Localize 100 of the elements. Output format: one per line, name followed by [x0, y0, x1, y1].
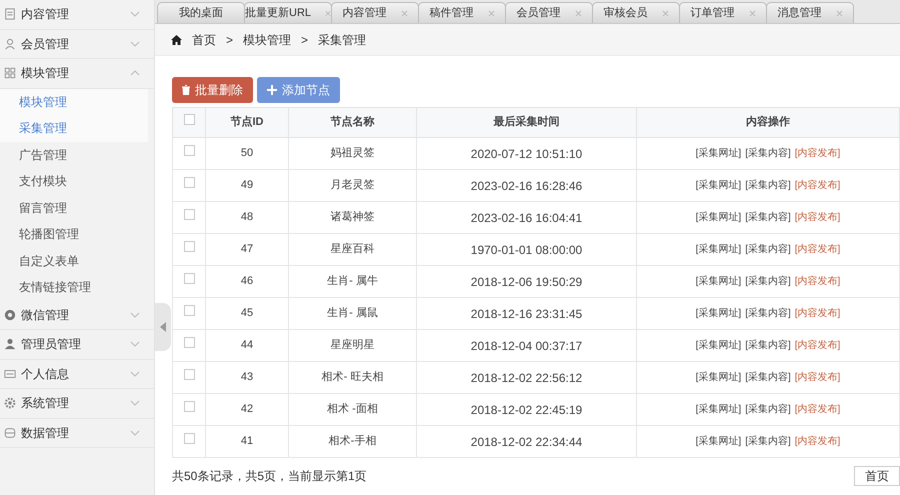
action-link[interactable]: [内容发布]: [794, 306, 840, 321]
action-link[interactable]: [内容发布]: [794, 242, 840, 257]
sidebar-menu-item[interactable]: 个人信息: [0, 360, 154, 389]
action-link[interactable]: [内容发布]: [794, 402, 840, 417]
sidebar-menu-item[interactable]: 微信管理: [0, 300, 154, 330]
action-link[interactable]: [采集内容]: [745, 338, 791, 353]
tab[interactable]: 消息管理: [766, 2, 854, 23]
close-icon[interactable]: [488, 10, 494, 16]
close-icon[interactable]: [325, 10, 331, 16]
action-link[interactable]: [采集内容]: [745, 242, 791, 257]
action-link[interactable]: [内容发布]: [794, 370, 840, 385]
action-link[interactable]: [采集网址]: [696, 402, 742, 417]
sidebar-menu-item[interactable]: 会员管理: [0, 30, 154, 59]
column-header: 内容操作: [636, 108, 900, 138]
sidebar-menu-item[interactable]: 系统管理: [0, 389, 154, 418]
action-link[interactable]: [采集网址]: [696, 306, 742, 321]
tab[interactable]: 订单管理: [679, 2, 767, 23]
document-icon: [4, 8, 16, 20]
triangle-left-icon: [160, 322, 166, 332]
action-link[interactable]: [内容发布]: [794, 146, 840, 161]
sidebar-submenu-item[interactable]: 自定义表单: [0, 248, 154, 274]
table-cell: 诸葛神签: [288, 202, 416, 234]
action-link[interactable]: [采集网址]: [696, 242, 742, 257]
sidebar-menu-item[interactable]: 内容管理: [0, 0, 154, 30]
row-checkbox[interactable]: [184, 369, 194, 380]
row-checkbox[interactable]: [184, 209, 194, 220]
tab[interactable]: 批量更新URL: [244, 2, 332, 23]
table-cell: 2018-12-06 19:50:29: [416, 266, 636, 298]
table-cell: 50: [206, 138, 288, 170]
table-cell: 生肖- 属鼠: [288, 298, 416, 330]
action-link[interactable]: [内容发布]: [794, 434, 840, 449]
row-checkbox[interactable]: [184, 114, 194, 126]
batch-delete-button[interactable]: 批量删除: [172, 77, 253, 103]
sidebar-submenu-item[interactable]: 采集管理: [0, 115, 148, 142]
action-link[interactable]: [采集网址]: [696, 178, 742, 193]
table-cell: 相术-手相: [288, 426, 416, 458]
action-link[interactable]: [内容发布]: [794, 210, 840, 225]
tab[interactable]: 审核会员: [592, 2, 680, 23]
sidebar-submenu-item[interactable]: 支付模块: [0, 168, 154, 194]
table-cell: 2018-12-16 23:31:45: [416, 298, 636, 330]
row-checkbox[interactable]: [184, 305, 194, 316]
chevron-icon: [130, 400, 140, 406]
card-icon: [4, 368, 16, 380]
sidebar-menu-item[interactable]: 管理员管理: [0, 330, 154, 360]
action-link[interactable]: [采集内容]: [745, 178, 791, 193]
gear-icon: [4, 397, 16, 410]
breadcrumb-link[interactable]: 模块管理: [243, 30, 292, 48]
tab[interactable]: 稿件管理: [418, 2, 506, 23]
table-cell: 2018-12-02 22:45:19: [416, 394, 636, 426]
row-checkbox[interactable]: [184, 273, 194, 284]
sidebar-submenu-item[interactable]: 留言管理: [0, 194, 154, 221]
tab[interactable]: 我的桌面: [157, 2, 245, 23]
table-cell: 2023-02-16 16:04:41: [416, 202, 636, 234]
action-link[interactable]: [采集内容]: [745, 434, 791, 449]
close-icon[interactable]: [662, 10, 668, 16]
sidebar-menu-item[interactable]: 数据管理: [0, 418, 154, 448]
action-link[interactable]: [采集网址]: [696, 274, 742, 289]
table-cell: 星座明星: [288, 330, 416, 362]
action-link[interactable]: [内容发布]: [794, 274, 840, 289]
table-cell: 45: [206, 298, 288, 330]
sidebar-submenu-item[interactable]: 广告管理: [0, 142, 154, 168]
tab[interactable]: 内容管理: [331, 2, 419, 23]
row-checkbox[interactable]: [184, 145, 194, 156]
sidebar-submenu-item[interactable]: 友情链接管理: [0, 274, 154, 300]
collapse-handle[interactable]: [155, 303, 171, 351]
sidebar-submenu-item[interactable]: 轮播图管理: [0, 221, 154, 248]
action-link[interactable]: [采集内容]: [745, 370, 791, 385]
action-link[interactable]: [采集内容]: [745, 402, 791, 417]
plus-icon: [267, 85, 277, 95]
home-icon: [171, 34, 182, 44]
sidebar-submenu-item[interactable]: 模块管理: [0, 88, 148, 115]
action-link[interactable]: [采集网址]: [696, 434, 742, 449]
close-icon[interactable]: [836, 10, 842, 16]
row-checkbox[interactable]: [184, 401, 194, 412]
action-link[interactable]: [内容发布]: [794, 178, 840, 193]
action-link[interactable]: [采集内容]: [745, 146, 791, 161]
row-checkbox[interactable]: [184, 177, 194, 188]
action-link[interactable]: [内容发布]: [794, 338, 840, 353]
breadcrumb-link[interactable]: 采集管理: [318, 30, 366, 48]
table-cell: 相术 -面相: [288, 394, 416, 426]
row-checkbox[interactable]: [184, 433, 194, 444]
table-cell: 2018-12-04 00:37:17: [416, 330, 636, 362]
chevron-icon: [130, 430, 140, 436]
action-link[interactable]: [采集网址]: [696, 146, 742, 161]
row-checkbox[interactable]: [184, 241, 194, 252]
breadcrumb-separator: >: [301, 32, 308, 48]
action-link[interactable]: [采集网址]: [696, 370, 742, 385]
chevron-icon: [130, 312, 140, 318]
first-page-button[interactable]: 首页: [854, 466, 900, 486]
row-checkbox[interactable]: [184, 337, 194, 348]
action-link[interactable]: [采集网址]: [696, 210, 742, 225]
breadcrumb-link[interactable]: 首页: [192, 30, 216, 48]
action-link[interactable]: [采集内容]: [745, 306, 791, 321]
action-link[interactable]: [采集网址]: [696, 338, 742, 353]
action-link[interactable]: [采集内容]: [745, 210, 791, 225]
close-icon[interactable]: [574, 10, 582, 16]
action-link[interactable]: [采集内容]: [745, 274, 791, 289]
tab[interactable]: 会员管理: [505, 2, 593, 23]
close-icon[interactable]: [748, 10, 756, 16]
close-icon[interactable]: [400, 10, 408, 16]
